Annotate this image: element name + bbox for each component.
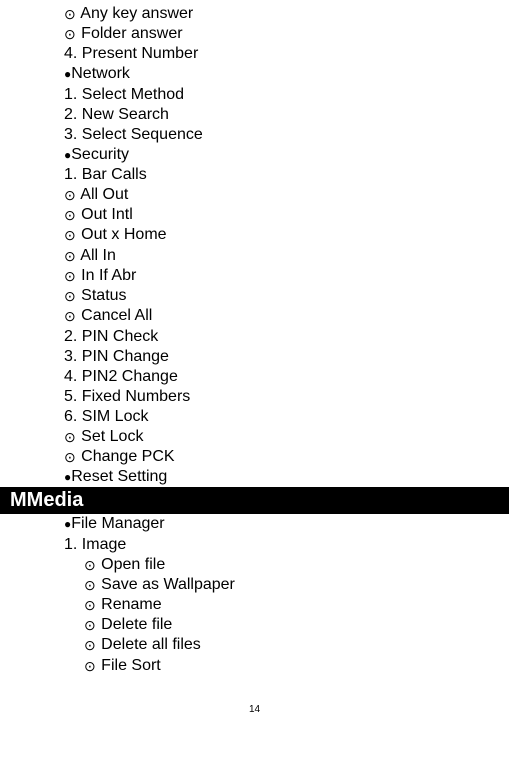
page-content: Any key answer Folder answer 4. Present N…	[0, 0, 509, 676]
circle-dot-icon	[64, 428, 77, 445]
menu-text: Open file	[97, 556, 165, 573]
menu-line: Folder answer	[64, 24, 509, 44]
menu-line: 5. Fixed Numbers	[64, 387, 509, 407]
menu-text: In If Abr	[77, 267, 137, 284]
menu-text: Security	[71, 146, 129, 163]
circle-dot-icon	[64, 227, 77, 244]
menu-line: Delete all files	[64, 635, 509, 655]
menu-text: Change PCK	[77, 448, 175, 465]
menu-line: 2. PIN Check	[64, 327, 509, 347]
menu-line: 4. Present Number	[64, 44, 509, 64]
circle-dot-icon	[64, 206, 77, 223]
menu-line: Rename	[64, 595, 509, 615]
menu-line: All In	[64, 246, 509, 266]
menu-text: Network	[71, 66, 130, 83]
circle-dot-icon	[64, 25, 77, 42]
menu-line: Cancel All	[64, 306, 509, 326]
circle-dot-icon	[64, 267, 77, 284]
menu-line: Out x Home	[64, 225, 509, 245]
menu-text: Cancel All	[77, 308, 153, 325]
menu-line: File Manager	[64, 514, 509, 534]
menu-line: 4. PIN2 Change	[64, 367, 509, 387]
menu-line: Any key answer	[64, 4, 509, 24]
menu-text: All Out	[77, 186, 129, 203]
menu-line: Out Intl	[64, 205, 509, 225]
menu-text: Out x Home	[77, 227, 167, 244]
menu-line: Set Lock	[64, 427, 509, 447]
menu-text: Delete all files	[97, 637, 201, 654]
menu-line: Security	[64, 145, 509, 165]
circle-dot-icon	[64, 186, 77, 203]
menu-line: File Sort	[64, 656, 509, 676]
menu-line: 3. PIN Change	[64, 347, 509, 367]
menu-line: Save as Wallpaper	[64, 575, 509, 595]
menu-line: 2. New Search	[64, 105, 509, 125]
menu-text: Any key answer	[77, 5, 194, 22]
circle-dot-icon	[84, 616, 97, 633]
menu-text: Set Lock	[77, 428, 144, 445]
menu-text: File Manager	[71, 516, 164, 533]
menu-line: 3. Select Sequence	[64, 125, 509, 145]
menu-line: 1. Bar Calls	[64, 165, 509, 185]
menu-text: All In	[77, 247, 116, 264]
section-header-mmedia: MMedia	[0, 487, 509, 514]
menu-line: Delete file	[64, 615, 509, 635]
menu-line: In If Abr	[64, 266, 509, 286]
circle-dot-icon	[64, 448, 77, 465]
menu-line: 1. Select Method	[64, 85, 509, 105]
menu-text: Status	[77, 287, 127, 304]
menu-text: Folder answer	[77, 25, 183, 42]
circle-dot-icon	[84, 556, 97, 573]
menu-line: Network	[64, 64, 509, 84]
menu-line: 6. SIM Lock	[64, 407, 509, 427]
menu-line: Status	[64, 286, 509, 306]
menu-line: All Out	[64, 185, 509, 205]
circle-dot-icon	[64, 308, 77, 325]
menu-text: Out Intl	[77, 206, 133, 223]
circle-dot-icon	[64, 287, 77, 304]
page-number: 14	[0, 704, 509, 715]
menu-text: Reset Setting	[71, 468, 167, 485]
menu-line: Reset Setting	[64, 467, 509, 487]
menu-line: Open file	[64, 555, 509, 575]
menu-line: 1. Image	[64, 535, 509, 555]
circle-dot-icon	[84, 637, 97, 654]
circle-dot-icon	[64, 247, 77, 264]
menu-text: Rename	[97, 596, 162, 613]
menu-text: File Sort	[97, 657, 161, 674]
menu-text: Save as Wallpaper	[97, 576, 235, 593]
circle-dot-icon	[84, 576, 97, 593]
menu-line: Change PCK	[64, 447, 509, 467]
circle-dot-icon	[84, 596, 97, 613]
circle-dot-icon	[64, 5, 77, 22]
circle-dot-icon	[84, 657, 97, 674]
menu-text: Delete file	[97, 616, 173, 633]
